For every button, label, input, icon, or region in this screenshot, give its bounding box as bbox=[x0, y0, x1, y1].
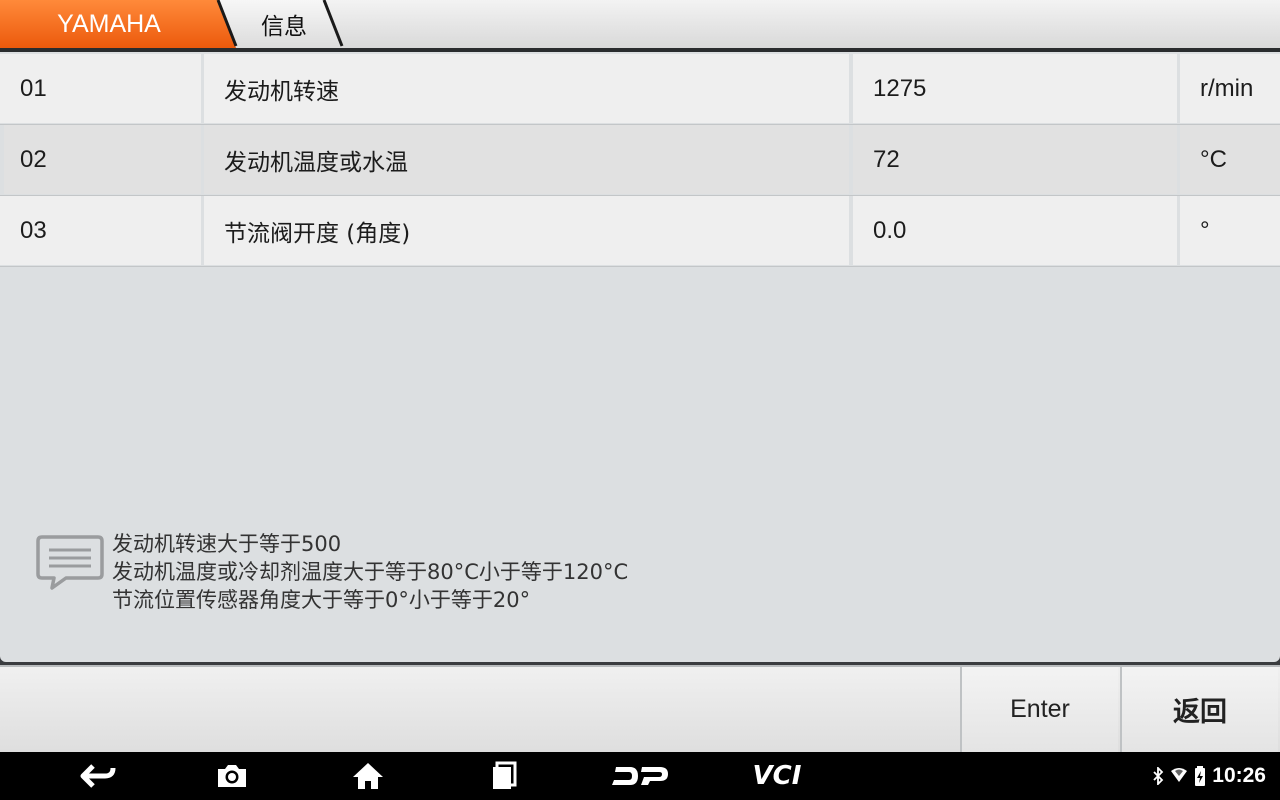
parameter-unit: °C bbox=[1180, 125, 1280, 194]
row-number: 02 bbox=[4, 125, 201, 194]
recent-apps-icon[interactable] bbox=[484, 761, 524, 790]
enter-button[interactable]: Enter bbox=[960, 667, 1118, 752]
back-arrow-icon[interactable] bbox=[78, 762, 118, 790]
wifi-icon bbox=[1171, 768, 1188, 782]
breadcrumb-current[interactable]: 信息 bbox=[236, 0, 340, 48]
parameter-value: 1275 bbox=[853, 54, 1177, 123]
parameter-unit: ° bbox=[1180, 196, 1280, 265]
row-number: 01 bbox=[0, 54, 201, 123]
table-row[interactable]: 01 发动机转速 1275 r/min bbox=[0, 54, 1280, 125]
chat-bubble-icon bbox=[36, 535, 104, 590]
parameter-value: 0.0 bbox=[853, 196, 1177, 265]
breadcrumb-bar: YAMAHA 信息 bbox=[0, 0, 1280, 48]
action-bar: Enter 返回 bbox=[0, 665, 1280, 752]
battery-charging-icon bbox=[1195, 766, 1206, 786]
parameter-unit: r/min bbox=[1180, 54, 1280, 123]
dp-app-icon[interactable] bbox=[606, 762, 672, 790]
back-button[interactable]: 返回 bbox=[1120, 667, 1278, 752]
message-line: 发动机温度或冷却剂温度大于等于80°C小于等于120°C bbox=[112, 560, 629, 584]
parameter-name: 发动机温度或水温 bbox=[204, 125, 849, 194]
row-number: 03 bbox=[0, 196, 201, 265]
table-row[interactable]: 02 发动机温度或水温 72 °C bbox=[0, 125, 1280, 196]
message-line: 节流位置传感器角度大于等于0°小于等于20° bbox=[112, 588, 531, 612]
vci-icon[interactable]: VCI bbox=[742, 761, 812, 791]
message-line: 发动机转速大于等于500 bbox=[112, 532, 342, 556]
home-icon[interactable] bbox=[348, 762, 388, 790]
parameter-name: 节流阀开度 (角度) bbox=[204, 196, 849, 265]
camera-icon[interactable] bbox=[212, 762, 252, 790]
data-table: 01 发动机转速 1275 r/min 02 发动机温度或水温 72 °C 03… bbox=[0, 54, 1280, 267]
parameter-value: 72 bbox=[853, 125, 1177, 194]
clock: 10:26 bbox=[1212, 764, 1266, 787]
parameter-name: 发动机转速 bbox=[204, 54, 849, 123]
system-nav-bar: VCI 10:26 bbox=[0, 752, 1280, 800]
data-stream-panel: 01 发动机转速 1275 r/min 02 发动机温度或水温 72 °C 03… bbox=[0, 52, 1280, 662]
breadcrumb-brand[interactable]: YAMAHA bbox=[0, 0, 236, 48]
bluetooth-icon bbox=[1153, 767, 1164, 785]
table-row[interactable]: 03 节流阀开度 (角度) 0.0 ° bbox=[0, 196, 1280, 267]
status-area: 10:26 bbox=[1152, 762, 1266, 790]
condition-message: 发动机转速大于等于500 发动机温度或冷却剂温度大于等于80°C小于等于120°… bbox=[36, 530, 1036, 620]
